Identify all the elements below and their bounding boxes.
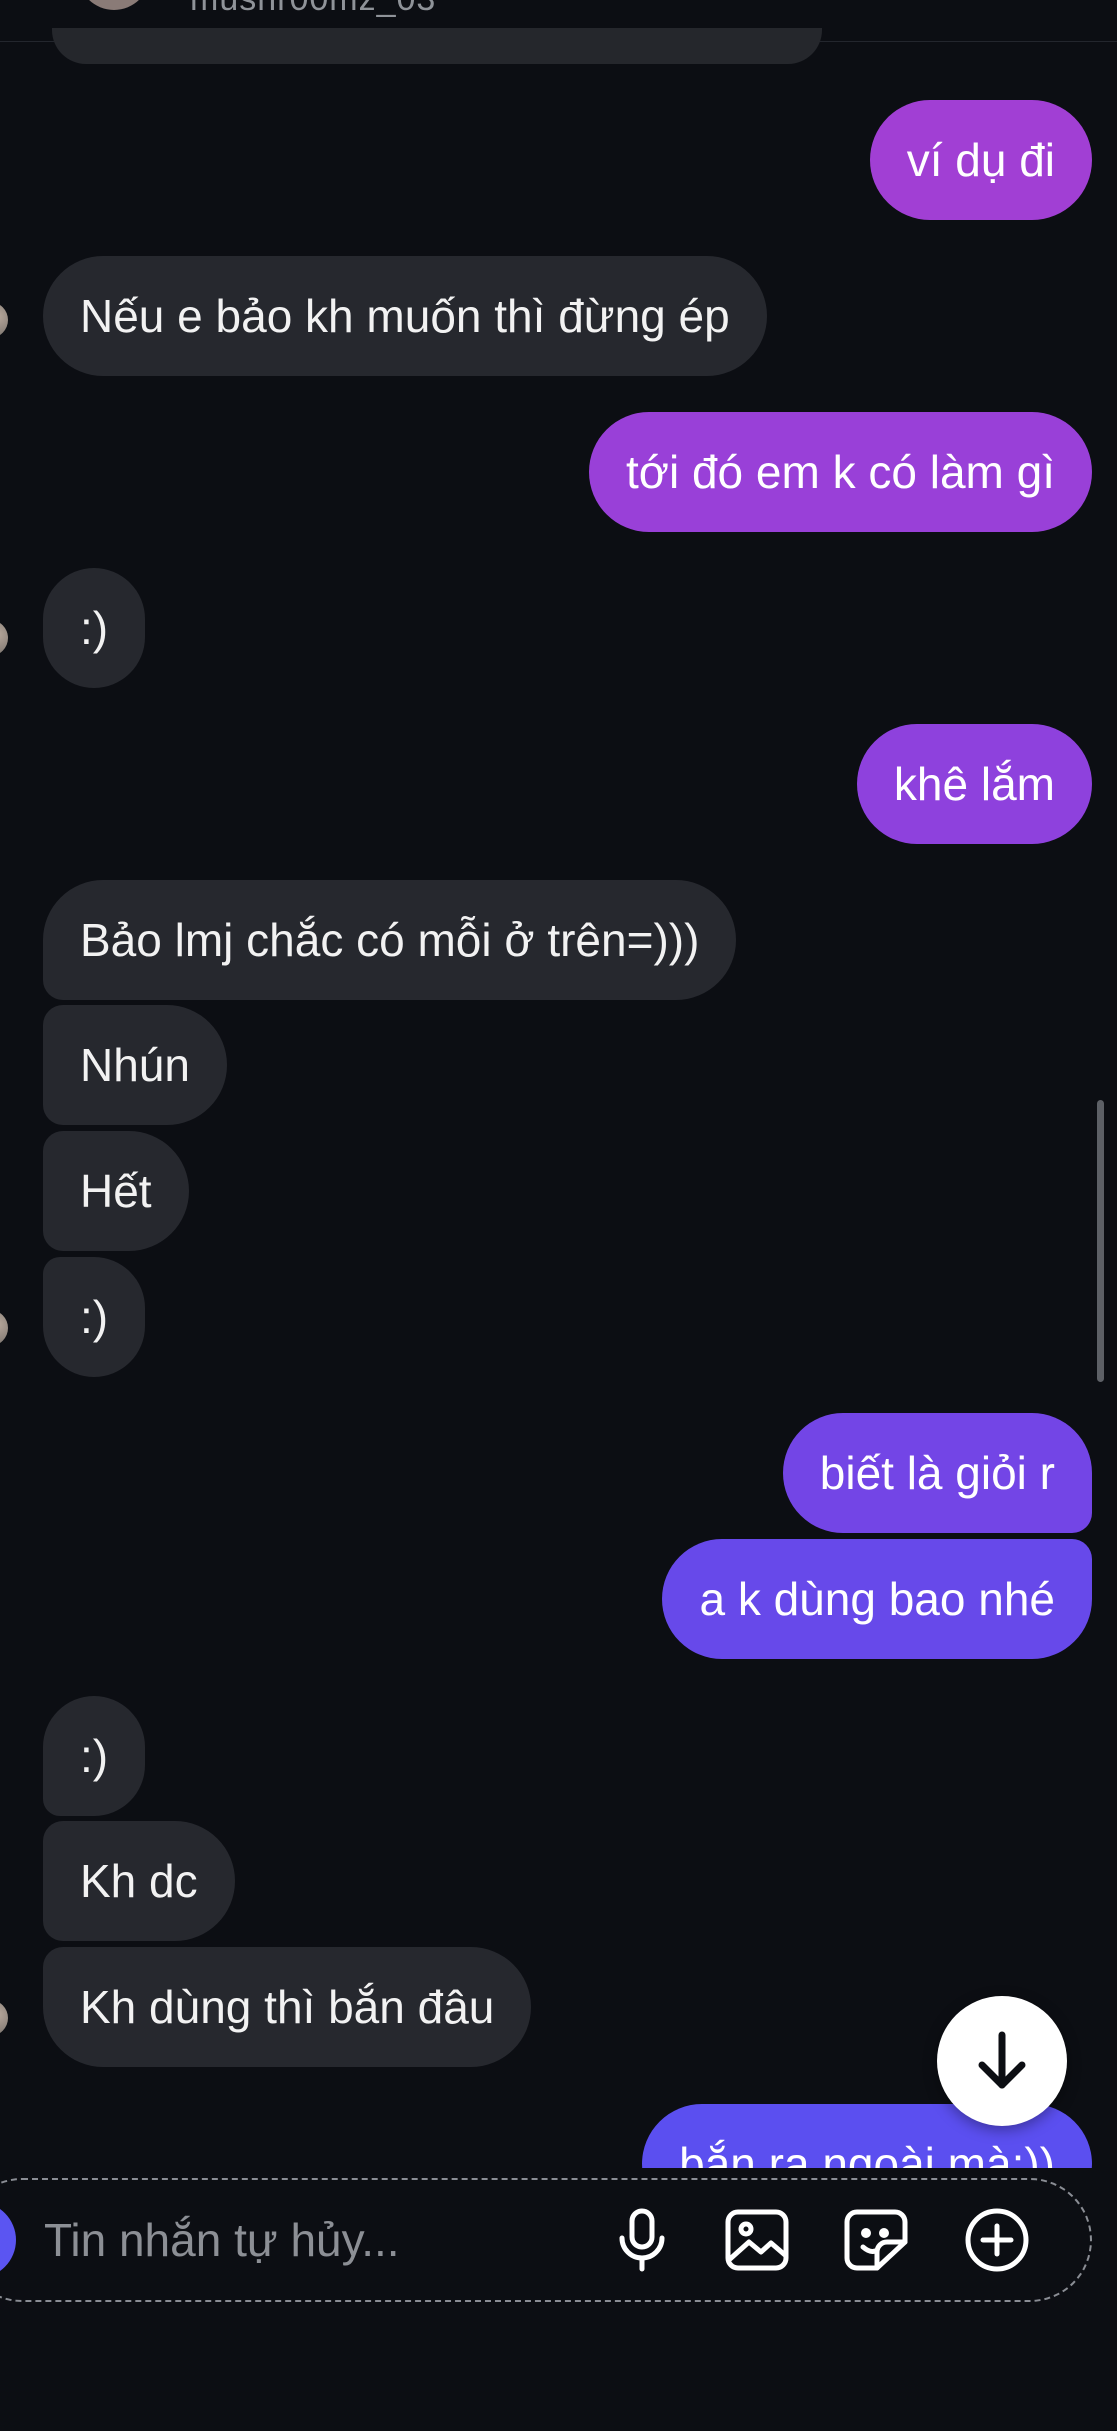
plus-icon[interactable] [961,2208,1033,2272]
message-outgoing[interactable]: tới đó em k có làm gì [589,412,1092,532]
image-icon[interactable] [721,2208,793,2272]
peer-avatar[interactable] [0,620,8,656]
scrollbar[interactable] [1097,1100,1104,1382]
sticker-icon[interactable] [840,2208,912,2272]
message-text: Kh dc [80,1855,198,1907]
message-text: :) [80,1291,109,1343]
message-text: Bảo lmj chắc có mỗi ở trên=))) [80,914,700,966]
message-text: biết là giỏi r [819,1447,1055,1499]
peer-avatar[interactable] [0,2000,8,2036]
message-text: a k dùng bao nhé [699,1573,1055,1625]
message-text: :) [80,602,109,654]
message-incoming[interactable]: :) [43,1257,146,1377]
message-incoming[interactable]: Bảo lmj chắc có mỗi ở trên=))) [43,880,737,1000]
peer-avatar[interactable] [0,302,8,338]
message-text: Hết [80,1165,152,1217]
message-input[interactable] [44,2208,584,2272]
message-incoming[interactable]: Kh dùng thì bắn đâu [43,1947,532,2067]
message-incoming[interactable]: Nếu e bảo kh muốn thì đừng ép [43,256,767,376]
message-text: tới đó em k có làm gì [626,446,1055,498]
message-incoming[interactable]: :) [43,1696,146,1816]
message-text: Nếu e bảo kh muốn thì đừng ép [80,290,730,342]
message-text: ví dụ đi [906,134,1055,186]
message-outgoing[interactable]: khê lắm [856,724,1092,844]
header-username[interactable]: mushr00mz_03 [190,0,436,19]
message-outgoing[interactable]: a k dùng bao nhé [662,1539,1092,1659]
message-text: :) [80,1730,109,1782]
message-incoming[interactable]: Kh dc [43,1821,235,1941]
message-text: khê lắm [893,758,1055,810]
message-outgoing[interactable]: ví dụ đi [869,100,1092,220]
message-incoming[interactable]: :) [43,568,146,688]
message-outgoing[interactable]: biết là giỏi r [782,1413,1092,1533]
message-incoming[interactable]: Hết [43,1131,189,1251]
scroll-to-bottom-button[interactable] [937,1996,1067,2126]
message-text: Nhún [80,1039,190,1091]
arrow-down-icon [978,2031,1026,2089]
microphone-icon[interactable] [606,2208,678,2272]
header-avatar[interactable] [78,0,150,10]
previous-message-edge [52,28,822,64]
message-text: Kh dùng thì bắn đâu [80,1981,495,2033]
message-incoming[interactable]: Nhún [43,1005,227,1125]
chat-thread: mushr00mz_03 ví dụ đi Nếu e bảo kh muốn … [0,0,1117,2431]
peer-avatar[interactable] [0,1310,8,1346]
